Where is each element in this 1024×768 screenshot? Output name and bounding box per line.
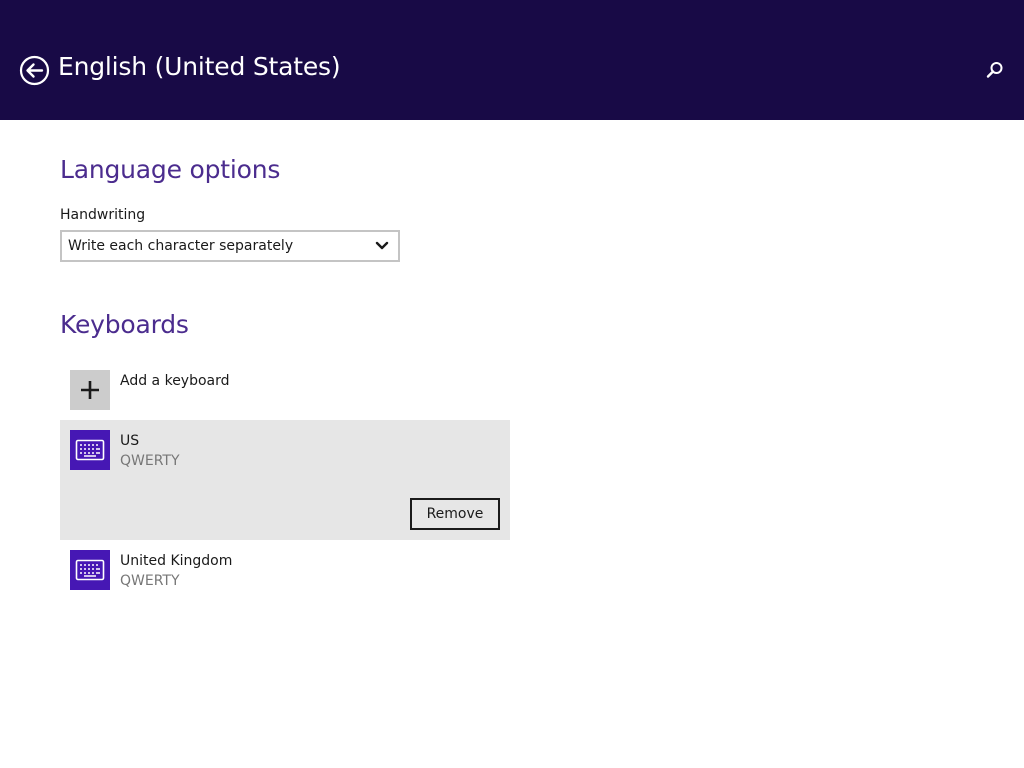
keyboard-icon — [75, 439, 105, 461]
app-header: English (United States) — [0, 0, 1024, 120]
add-keyboard-button[interactable]: Add a keyboard — [60, 360, 510, 420]
keyboard-layout: QWERTY — [120, 453, 180, 469]
handwriting-label: Handwriting — [60, 207, 146, 223]
search-icon — [986, 62, 1003, 78]
keyboard-layout: QWERTY — [120, 573, 180, 589]
handwriting-dropdown-value: Write each character separately — [68, 238, 294, 254]
plus-icon — [81, 381, 99, 399]
keyboard-item-us[interactable]: US QWERTY Remove — [60, 420, 510, 540]
page-title: English (United States) — [58, 52, 341, 81]
keyboard-name: United Kingdom — [120, 553, 233, 569]
add-keyboard-tile — [70, 370, 110, 410]
language-options-heading: Language options — [60, 155, 281, 184]
handwriting-dropdown[interactable]: Write each character separately — [60, 230, 400, 262]
back-button[interactable] — [19, 55, 50, 86]
keyboard-name: US — [120, 433, 140, 449]
back-arrow-circle-icon — [19, 55, 50, 86]
add-keyboard-label: Add a keyboard — [120, 373, 230, 389]
keyboard-icon — [75, 559, 105, 581]
search-button[interactable] — [985, 60, 1005, 80]
keyboards-heading: Keyboards — [60, 310, 189, 339]
keyboard-tile — [70, 550, 110, 590]
chevron-down-icon — [375, 241, 389, 250]
remove-button[interactable]: Remove — [410, 498, 500, 530]
keyboard-tile — [70, 430, 110, 470]
keyboard-item-united-kingdom[interactable]: United Kingdom QWERTY — [60, 540, 510, 600]
